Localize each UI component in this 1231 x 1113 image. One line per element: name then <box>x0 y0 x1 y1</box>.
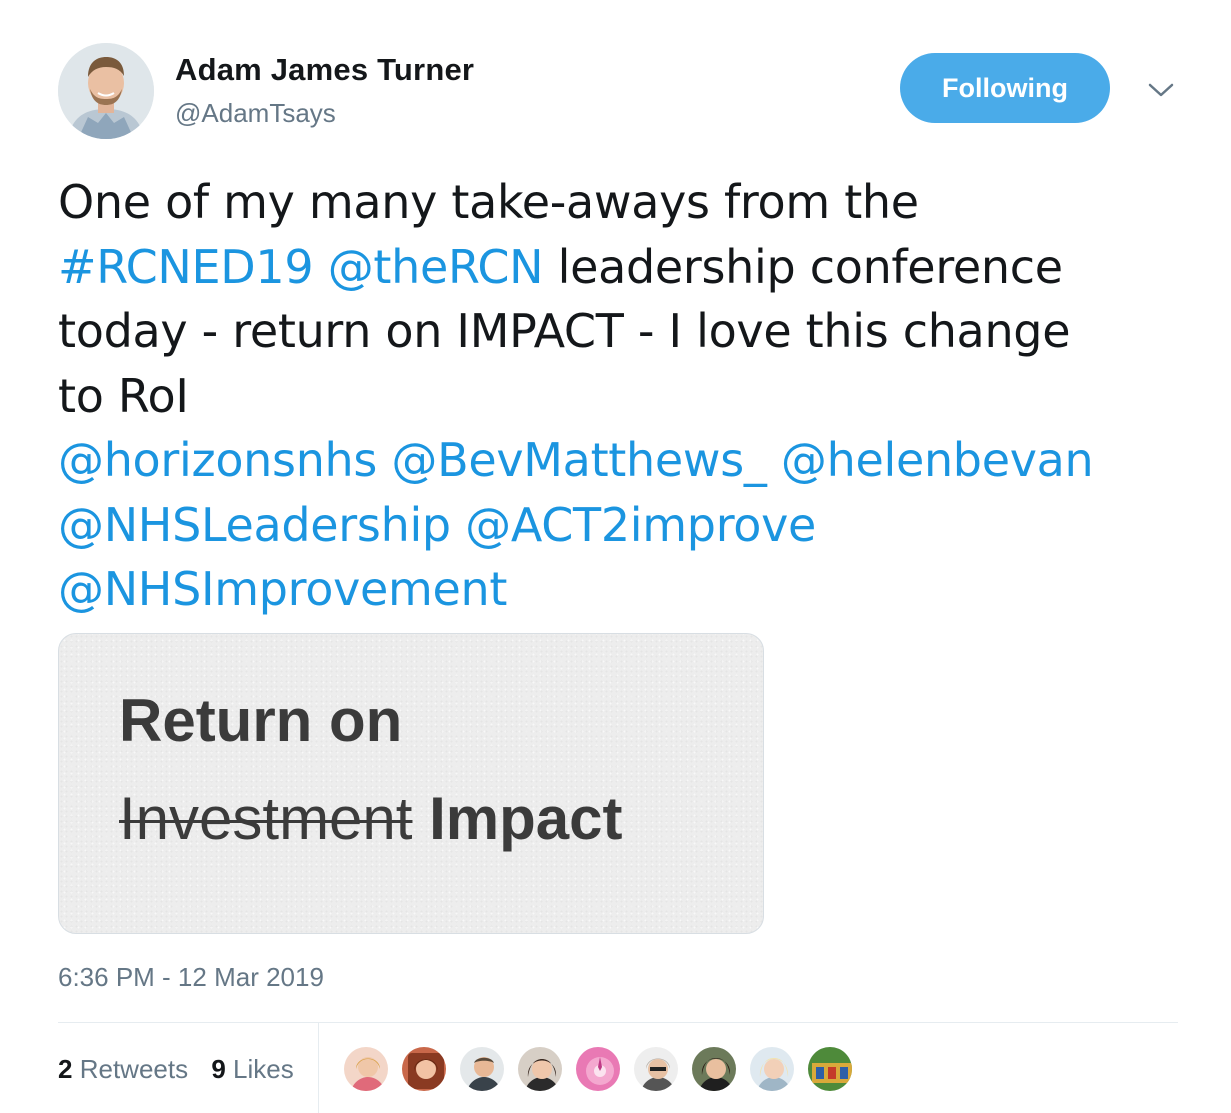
tweet-text-line: today - return on IMPACT - I love this c… <box>58 304 1071 358</box>
media-text-line: Investment Impact <box>119 784 623 853</box>
liker-avatar[interactable] <box>748 1045 796 1093</box>
mention-link-act2improve[interactable]: @ACT2improve <box>465 498 816 552</box>
tweet-text-fragment: leadership conference <box>557 239 1063 294</box>
profile-photo-icon <box>58 43 154 139</box>
mention-link-nhsimprovement[interactable]: @NHSImprovement <box>58 562 507 616</box>
divider <box>58 1022 1178 1023</box>
hashtag-link[interactable]: #RCNED19 <box>58 240 314 294</box>
tweet-text: One of my many take-aways from the #RCNE… <box>58 170 1198 622</box>
following-button[interactable]: Following <box>900 53 1110 123</box>
retweets-stat[interactable]: 2 Retweets <box>58 1054 188 1084</box>
liker-avatar[interactable] <box>690 1045 738 1093</box>
mention-link-helenbevan[interactable]: @helenbevan <box>781 433 1094 487</box>
liker-avatar[interactable] <box>806 1045 854 1093</box>
media-replacement-word: Impact <box>429 785 623 852</box>
retweets-label: Retweets <box>79 1054 189 1084</box>
author-display-name[interactable]: Adam James Turner <box>175 52 474 88</box>
mention-link-nhsleadership[interactable]: @NHSLeadership <box>58 498 451 552</box>
liker-avatar[interactable] <box>632 1045 680 1093</box>
mention-link-thercn[interactable]: @theRCN <box>328 240 544 294</box>
tweet-text-line: to RoI <box>58 368 189 423</box>
media-text-line: Return on <box>119 687 403 754</box>
tweet-text-line: @horizonsnhs @BevMatthews_ @helenbevan <box>58 428 1198 493</box>
liker-avatar[interactable] <box>400 1045 448 1093</box>
liker-avatar[interactable] <box>574 1045 622 1093</box>
liker-avatar[interactable] <box>516 1045 564 1093</box>
likes-label: Likes <box>233 1054 294 1084</box>
tweet-media-image[interactable]: Return on Investment Impact <box>58 633 764 934</box>
media-struck-word: Investment <box>119 785 413 852</box>
likes-count: 9 <box>211 1054 226 1084</box>
retweets-count: 2 <box>58 1054 73 1084</box>
tweet-text-line: #RCNED19 @theRCN leadership conference <box>58 235 1198 300</box>
author-handle[interactable]: @AdamTsays <box>175 98 336 129</box>
likes-stat[interactable]: 9 Likes <box>211 1054 293 1084</box>
chevron-down-icon[interactable] <box>1146 78 1176 102</box>
mention-link-bevmatthews[interactable]: @BevMatthews_ <box>391 433 766 487</box>
tweet-text-line: One of my many take-aways from the <box>58 175 919 229</box>
tweet-container: Adam James Turner @AdamTsays Following O… <box>0 0 1231 1113</box>
liker-avatar[interactable] <box>458 1045 506 1093</box>
author-avatar[interactable] <box>58 43 154 139</box>
liker-avatar[interactable] <box>342 1045 390 1093</box>
tweet-text-line: @NHSLeadership @ACT2improve <box>58 493 1198 558</box>
tweet-text-line: @NHSImprovement <box>58 557 1198 622</box>
tweet-stats: 2 Retweets 9 Likes <box>58 1054 310 1085</box>
tweet-timestamp[interactable]: 6:36 PM - 12 Mar 2019 <box>58 962 324 993</box>
divider <box>318 1022 319 1113</box>
mention-link-horizonsnhs[interactable]: @horizonsnhs <box>58 433 377 487</box>
